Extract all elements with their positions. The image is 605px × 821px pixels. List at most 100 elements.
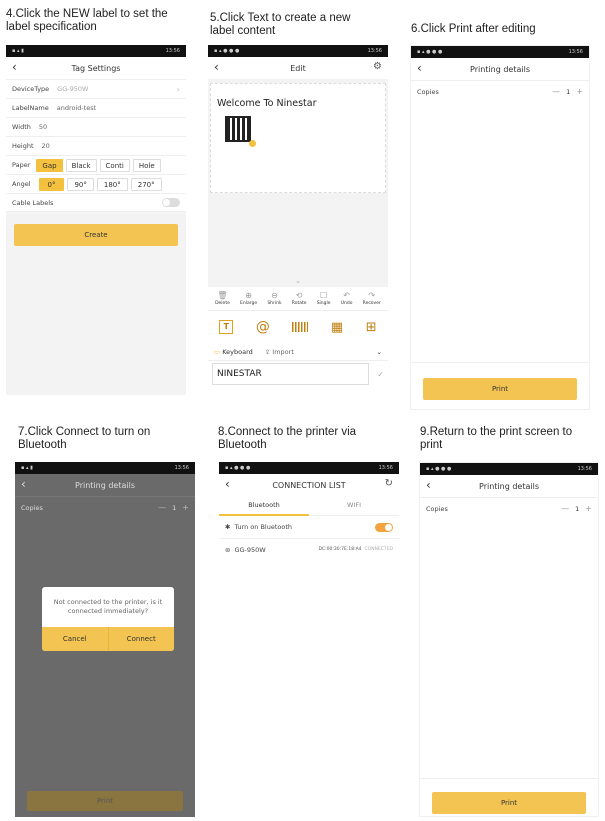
status-bar: ▪ ▴ ▮ 13:56 [15, 462, 195, 474]
zoom-out-icon: ⊖ [271, 291, 278, 300]
status-bar: ▪ ▴ ● ● ● 13:56 [219, 462, 399, 474]
text-input-row: NINESTAR ✓ [208, 361, 388, 387]
status-bar: ▪ ▴ ● ● ● 13:56 [208, 45, 388, 57]
plus-button[interactable]: + [182, 503, 189, 512]
back-icon[interactable]: ‹ [426, 478, 431, 492]
enlarge-tool[interactable]: ⊕ Enlarge [240, 291, 257, 306]
phone-connection-list: ▪ ▴ ● ● ● 13:56 ‹ CONNECTION LIST ↻ Bluet… [219, 462, 399, 582]
minus-button[interactable]: — [561, 504, 569, 513]
zoom-in-icon: ⊕ [245, 291, 252, 300]
copies-row: Copies —1 + [420, 497, 598, 519]
create-button[interactable]: Create [14, 224, 178, 246]
device-type-row[interactable]: DeviceType GG-950W › [6, 79, 186, 98]
rotate-tool[interactable]: ⟲ Rotate [292, 291, 307, 306]
caption-step-9: 9.Return to the print screen to print [420, 426, 573, 451]
angle-option-0[interactable]: 0° [38, 177, 65, 191]
back-icon[interactable]: ‹ [12, 60, 17, 74]
page-title: CONNECTION LIST [272, 480, 346, 490]
cable-labels-toggle[interactable] [162, 198, 180, 207]
keyboard-tab[interactable]: ▭ Keyboard [214, 348, 253, 356]
paper-row: Paper Gap Black Conti Hole [6, 155, 186, 174]
header: ‹ Tag Settings [6, 57, 186, 79]
resize-handle[interactable] [249, 140, 256, 147]
status-bar: ▪ ▴ ▮ 13:56 [6, 45, 186, 57]
angle-option-90[interactable]: 90° [67, 177, 94, 191]
edit-toolbar: 🗑 Delete ⊕ Enlarge ⊖ Shrink ⟲ Rotate ☐ Single… [208, 287, 388, 311]
confirm-check-icon[interactable]: ✓ [377, 370, 384, 379]
caption-step-5: 5.Click Text to create a new label conte… [210, 12, 351, 37]
rotate-icon: ⟲ [295, 291, 303, 300]
page-title: Printing details [75, 480, 135, 490]
page-title: Edit [290, 63, 306, 73]
trash-icon: 🗑 [217, 291, 228, 300]
paper-option-gap[interactable]: Gap [36, 158, 63, 172]
delete-tool[interactable]: 🗑 Delete [215, 291, 230, 306]
chevron-right-icon: › [176, 84, 180, 94]
copies-stepper: —1 + [552, 87, 583, 96]
paper-option-conti[interactable]: Conti [99, 158, 130, 172]
recover-tool[interactable]: ↷ Recover [363, 291, 381, 306]
print-button[interactable]: Print [432, 792, 586, 814]
bluetooth-toggle-row: ✱ Turn on Bluetooth [219, 516, 399, 538]
keyboard-icon: ▭ [214, 347, 223, 356]
refresh-icon[interactable]: ↻ [385, 478, 393, 489]
angle-row: Angel 0° 90° 180° 270° [6, 174, 186, 193]
settings-gear-icon[interactable]: ⚙ [373, 61, 382, 72]
back-icon[interactable]: ‹ [21, 477, 26, 491]
table-icon[interactable]: ⊞ [366, 320, 377, 335]
device-row[interactable]: ⊜ GG-950W DC:00:30:7E:18:A4 CONNECTED [219, 538, 399, 560]
single-tool[interactable]: ☐ Single [317, 291, 331, 306]
caption-step-4: 4.Click the NEW label to set the label s… [6, 8, 168, 33]
collapse-chevron-icon[interactable]: ⌄ [208, 277, 388, 285]
label-canvas[interactable]: Welcome To Ninestar [210, 83, 386, 193]
copies-stepper: —1 + [561, 504, 592, 513]
import-tab[interactable]: ⇪ Import [265, 348, 294, 356]
phone-tag-settings: ▪ ▴ ▮ 13:56 ‹ Tag Settings DeviceType GG-9… [6, 45, 186, 395]
header: ‹ Printing details [15, 474, 195, 496]
connection-tabs: Bluetooth WIFI [219, 496, 399, 516]
canvas-text-element[interactable]: Welcome To Ninestar [217, 98, 317, 109]
print-button[interactable]: Print [27, 791, 183, 811]
print-button[interactable]: Print [423, 378, 577, 400]
text-content-input[interactable]: NINESTAR [212, 363, 370, 385]
undo-tool[interactable]: ↶ Undo [341, 291, 353, 306]
back-icon[interactable]: ‹ [214, 60, 219, 74]
plus-button[interactable]: + [576, 87, 583, 96]
back-icon[interactable]: ‹ [225, 477, 230, 491]
phone-print-details-1: ▪ ▴ ● ● ● 13:56 ‹ Printing details Copies… [410, 45, 590, 410]
angle-option-180[interactable]: 180° [96, 177, 128, 191]
tab-bluetooth[interactable]: Bluetooth [219, 496, 309, 516]
phone-edit: ▪ ▴ ● ● ● 13:56 ‹ Edit ⚙ Welcome To Nines… [208, 45, 388, 415]
barcode-icon[interactable] [292, 322, 309, 332]
paper-option-black[interactable]: Black [65, 158, 97, 172]
cancel-button[interactable]: Cancel [42, 627, 109, 651]
qrcode-icon[interactable]: ▦ [331, 320, 343, 335]
at-symbol-icon[interactable]: @ [256, 319, 270, 335]
connect-button[interactable]: Connect [108, 627, 174, 651]
canvas-qr-element[interactable] [225, 116, 251, 142]
angle-option-270[interactable]: 270° [130, 177, 162, 191]
plus-button[interactable]: + [585, 504, 592, 513]
header: ‹ Printing details [420, 475, 598, 497]
shrink-tool[interactable]: ⊖ Shrink [267, 291, 281, 306]
minus-button[interactable]: — [158, 503, 166, 512]
dialog-message: Not connected to the printer, is it conn… [53, 598, 163, 615]
connect-dialog: Not connected to the printer, is it conn… [42, 587, 174, 651]
copies-row: Copies —1 + [411, 80, 589, 102]
printer-icon: ⊜ [225, 545, 231, 554]
page-title: Tag Settings [71, 63, 121, 73]
tab-wifi[interactable]: WIFI [309, 496, 399, 516]
chevron-down-icon[interactable]: ⌄ [377, 348, 382, 356]
bluetooth-toggle[interactable] [375, 522, 393, 532]
header: ‹ CONNECTION LIST ↻ [219, 474, 399, 496]
text-insert-icon[interactable]: T [219, 320, 234, 334]
height-row[interactable]: Height 20 [6, 136, 186, 155]
minus-button[interactable]: — [552, 87, 560, 96]
label-name-row[interactable]: LabelName android-test [6, 98, 186, 117]
width-row[interactable]: Width 50 [6, 117, 186, 136]
caption-step-6: 6.Click Print after editing [411, 23, 536, 35]
copies-row: Copies —1 + [15, 496, 195, 518]
back-icon[interactable]: ‹ [417, 61, 422, 75]
status-badge: CONNECTED [364, 547, 393, 552]
paper-option-hole[interactable]: Hole [132, 158, 161, 172]
